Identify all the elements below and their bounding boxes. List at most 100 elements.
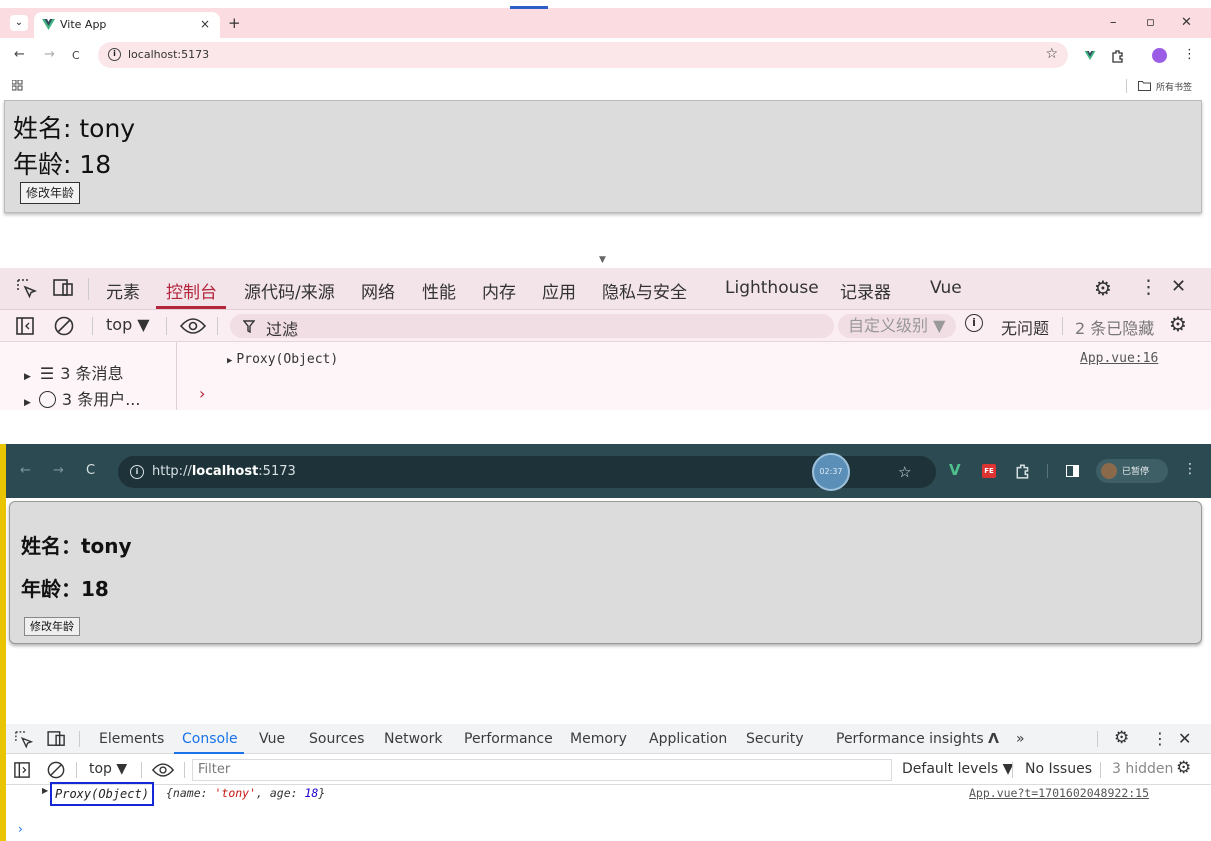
back-button-dark[interactable]: ← bbox=[20, 463, 31, 478]
active-tab-indicator-2 bbox=[174, 752, 244, 754]
tab-performance[interactable]: 性能 bbox=[422, 278, 456, 303]
expand-arrow-icon[interactable]: ▶ bbox=[227, 356, 232, 366]
vue-devtools-extension-icon[interactable] bbox=[1084, 51, 1096, 61]
console-settings-gear-icon-2[interactable]: ⚙ bbox=[1176, 758, 1191, 778]
inspect-element-icon-2[interactable] bbox=[15, 731, 33, 749]
tab-sources-2[interactable]: Sources bbox=[309, 731, 364, 747]
bookmark-star-icon[interactable]: ☆ bbox=[1045, 46, 1058, 62]
tab-elements-2[interactable]: Elements bbox=[99, 731, 164, 747]
clear-console-icon[interactable] bbox=[54, 316, 74, 336]
log-source-link[interactable]: App.vue:16 bbox=[1080, 351, 1158, 366]
tab-elements[interactable]: 元素 bbox=[106, 278, 140, 303]
tab-console-2[interactable]: Console bbox=[182, 731, 238, 747]
proxy-object-highlight[interactable]: Proxy(Object) bbox=[50, 782, 154, 806]
change-age-button-2[interactable]: 修改年龄 bbox=[24, 617, 80, 636]
tab-recorder[interactable]: 记录器 bbox=[840, 278, 891, 303]
site-info-icon[interactable]: i bbox=[108, 48, 121, 61]
user-icon bbox=[38, 391, 56, 408]
minimize-button[interactable]: – bbox=[1110, 15, 1117, 30]
tab-privacy-security[interactable]: 隐私与安全 bbox=[602, 278, 687, 303]
live-expression-eye-icon[interactable] bbox=[180, 318, 206, 334]
tab-application[interactable]: 应用 bbox=[542, 278, 576, 303]
browser-menu-icon-dark[interactable]: ⋮ bbox=[1183, 461, 1197, 477]
tab-vue-2[interactable]: Vue bbox=[259, 731, 285, 747]
inspect-element-icon[interactable] bbox=[17, 279, 37, 299]
tab-console[interactable]: 控制台 bbox=[166, 278, 217, 303]
issues-info-icon[interactable]: i bbox=[965, 314, 983, 332]
console-settings-gear-icon[interactable]: ⚙ bbox=[1169, 312, 1187, 336]
fe-extension-icon[interactable]: FE bbox=[982, 464, 996, 478]
tab-search-chevron-icon[interactable]: ⌄ bbox=[10, 15, 28, 31]
clock-widget: 02:37 bbox=[812, 453, 850, 491]
reload-button-dark[interactable]: C bbox=[86, 463, 95, 478]
profile-avatar[interactable] bbox=[1152, 48, 1167, 63]
tab-application-2[interactable]: Application bbox=[649, 731, 727, 747]
browser-menu-icon[interactable]: ⋮ bbox=[1183, 47, 1196, 62]
maximize-button[interactable]: ▫ bbox=[1146, 15, 1155, 30]
apps-grid-icon[interactable] bbox=[12, 80, 23, 91]
device-toolbar-icon-2[interactable] bbox=[47, 731, 67, 747]
log-levels-select[interactable]: 自定义级别 ▼ bbox=[838, 314, 956, 338]
more-tabs-button[interactable]: » bbox=[1016, 731, 1025, 747]
tab-vue[interactable]: Vue bbox=[930, 278, 962, 298]
expand-arrow-icon-2[interactable]: ▶ bbox=[42, 786, 48, 795]
tab-vite-app[interactable]: Vite App × bbox=[34, 12, 220, 38]
sidebar-toggle-icon[interactable] bbox=[16, 317, 34, 335]
tab-security-2[interactable]: Security bbox=[746, 731, 804, 747]
issues-text-2[interactable]: No Issues bbox=[1025, 761, 1092, 777]
console-prompt[interactable]: › bbox=[199, 384, 205, 403]
close-window-button[interactable]: ✕ bbox=[1181, 15, 1192, 30]
console-log-entry-2[interactable]: ▶ Proxy(Object) {name: 'tony', age: 18} … bbox=[6, 782, 1211, 810]
change-age-button[interactable]: 修改年龄 bbox=[20, 182, 81, 204]
sidebar-toggle-icon-2[interactable] bbox=[14, 762, 30, 778]
console-body: ▶ ☰ 3 条消息 ▶ 3 条用户... ▶ Proxy(Object) App.vue… bbox=[0, 342, 1211, 410]
extensions-puzzle-icon[interactable] bbox=[1111, 49, 1125, 63]
bookmark-star-icon-dark[interactable]: ☆ bbox=[898, 463, 911, 481]
device-toolbar-icon[interactable] bbox=[53, 279, 75, 297]
log-source-link-2[interactable]: App.vue?t=1701602048922:15 bbox=[969, 786, 1149, 800]
context-select-2[interactable]: top ▼ bbox=[89, 761, 127, 777]
console-log-entry[interactable]: ▶ Proxy(Object) bbox=[227, 352, 338, 367]
close-devtools-icon-2[interactable]: ✕ bbox=[1178, 729, 1191, 748]
filter-input-2[interactable]: Filter bbox=[192, 759, 892, 781]
back-button[interactable]: ← bbox=[14, 47, 25, 62]
tab-performance-insights-2[interactable]: Performance insights 𝝠 bbox=[836, 731, 999, 747]
new-tab-button[interactable]: + bbox=[228, 14, 241, 32]
profile-paused-chip[interactable]: 已暂停 bbox=[1096, 459, 1168, 483]
forward-button-dark[interactable]: → bbox=[53, 463, 64, 478]
context-select[interactable]: top ▼ bbox=[106, 315, 150, 334]
bookmarks-bar: 所有书签 bbox=[0, 72, 1211, 100]
tab-network[interactable]: 网络 bbox=[361, 278, 395, 303]
app-page-2: 姓名：tony 年龄：18 修改年龄 bbox=[9, 501, 1202, 644]
settings-gear-icon-2[interactable]: ⚙ bbox=[1114, 728, 1129, 748]
console-prompt-2[interactable]: › bbox=[18, 822, 23, 836]
live-expression-eye-icon-2[interactable] bbox=[152, 763, 174, 777]
forward-button[interactable]: → bbox=[44, 47, 55, 62]
tab-performance-2[interactable]: Performance bbox=[464, 731, 553, 747]
settings-gear-icon[interactable]: ⚙ bbox=[1094, 276, 1112, 300]
drawer-toggle-icon[interactable]: ▼ bbox=[599, 255, 606, 265]
site-info-icon-dark[interactable]: i bbox=[130, 465, 144, 479]
issues-text[interactable]: 无问题 bbox=[1001, 315, 1049, 339]
vue-extension-icon[interactable]: V bbox=[949, 461, 961, 479]
side-panel-icon[interactable] bbox=[1066, 465, 1079, 477]
reload-button[interactable]: C bbox=[72, 49, 80, 62]
all-bookmarks-link[interactable]: 所有书签 bbox=[1156, 80, 1192, 93]
tab-memory-2[interactable]: Memory bbox=[570, 731, 627, 747]
tab-memory[interactable]: 内存 bbox=[482, 278, 516, 303]
sidebar-item-user-messages[interactable]: ▶ 3 条用户... bbox=[24, 386, 140, 410]
clear-console-icon-2[interactable] bbox=[47, 761, 65, 779]
list-icon: ☰ bbox=[39, 364, 55, 383]
tab-network-2[interactable]: Network bbox=[384, 731, 442, 747]
sidebar-item-messages[interactable]: ▶ ☰ 3 条消息 bbox=[24, 360, 124, 384]
tab-close-icon[interactable]: × bbox=[200, 17, 210, 31]
extensions-puzzle-icon-dark[interactable] bbox=[1015, 463, 1031, 479]
close-devtools-icon[interactable]: ✕ bbox=[1171, 276, 1186, 297]
filter-input[interactable]: 过滤 bbox=[230, 314, 834, 339]
devtools-menu-icon[interactable]: ⋮ bbox=[1139, 276, 1158, 298]
tab-lighthouse[interactable]: Lighthouse bbox=[725, 278, 819, 298]
devtools-menu-icon-2[interactable]: ⋮ bbox=[1152, 729, 1168, 748]
log-levels-select-2[interactable]: Default levels ▼ bbox=[902, 761, 1013, 777]
tab-sources[interactable]: 源代码/来源 bbox=[244, 278, 335, 303]
address-bar[interactable]: i localhost:5173 ☆ bbox=[98, 42, 1068, 68]
